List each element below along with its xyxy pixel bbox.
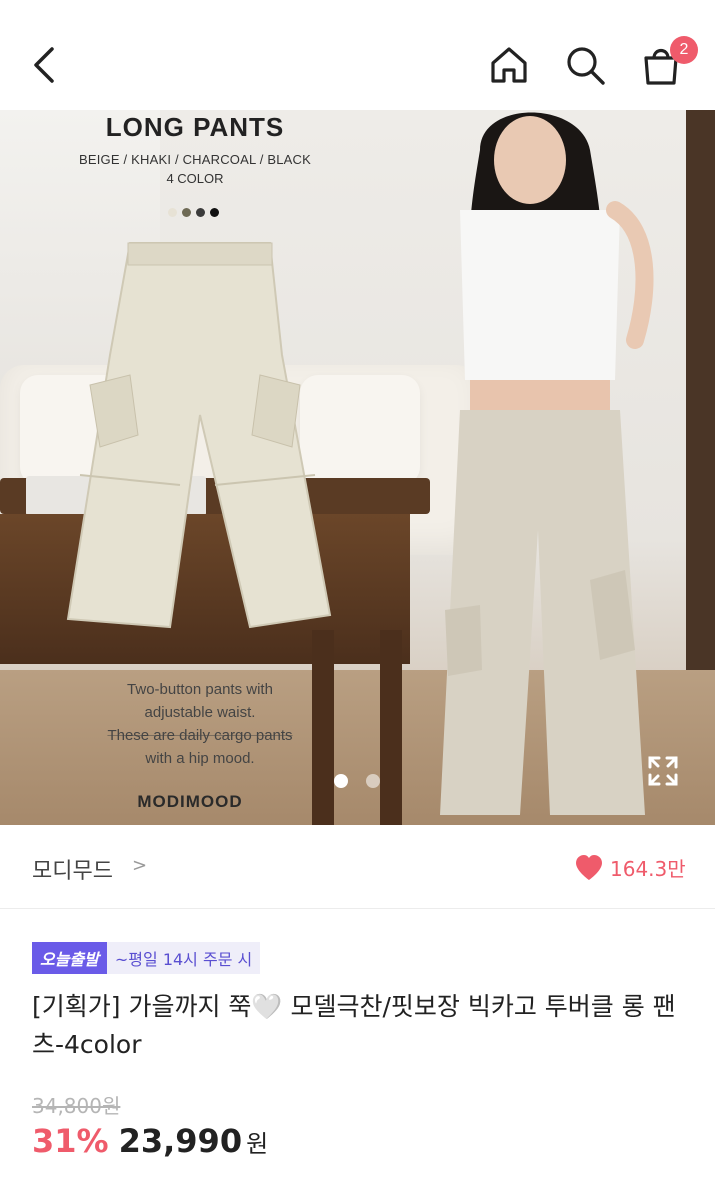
chevron-right-icon: > <box>132 855 148 876</box>
back-button[interactable] <box>18 38 72 92</box>
hero-color-list: BEIGE / KHAKI / CHARCOAL / BLACK <box>78 152 312 167</box>
hero-description: Two-button pants with adjustable waist. … <box>60 678 340 770</box>
hero-brand-logo: MODIMOOD <box>137 792 243 811</box>
today-shipping-badge: 오늘출발 <box>32 942 107 974</box>
swatch-charcoal <box>196 208 205 217</box>
color-swatches <box>168 208 219 217</box>
hero-dark-panel <box>686 110 715 720</box>
swatch-khaki <box>182 208 191 217</box>
top-bar: 2 <box>0 0 715 110</box>
shipping-cutoff-note: ~평일 14시 주문 시 <box>106 942 261 974</box>
like-count: 164.3만 <box>610 857 686 881</box>
cart-count-badge: 2 <box>670 36 698 64</box>
discount-rate: 31% <box>32 1122 109 1160</box>
pants-flatlay-image <box>66 242 332 629</box>
chevron-left-icon <box>34 47 54 83</box>
original-price: 34,800원 <box>32 1094 121 1118</box>
expand-icon <box>648 756 678 786</box>
swatch-black <box>210 208 219 217</box>
price-row: 31% 23,990 원 <box>32 1122 268 1160</box>
brand-link[interactable]: 모디무드 <box>32 853 113 885</box>
product-image-carousel[interactable]: LONG PANTS BEIGE / KHAKI / CHARCOAL / BL… <box>0 110 715 825</box>
search-icon <box>567 47 605 85</box>
product-title: [기획가] 가을까지 쭉🤍 모델극찬/핏보장 빅카고 투버클 롱 팬츠-4col… <box>32 992 676 1059</box>
hero-description-line: adjustable waist. <box>144 704 256 721</box>
swatch-beige <box>168 208 177 217</box>
home-button[interactable] <box>482 38 536 92</box>
search-button[interactable] <box>558 38 612 92</box>
heart-icon <box>576 854 602 880</box>
hero-description-line: These are daily cargo pants <box>107 727 293 744</box>
model-photo <box>440 112 654 815</box>
carousel-dot-active[interactable] <box>334 774 348 788</box>
hero-table-leg <box>380 630 402 825</box>
expand-image-button[interactable] <box>642 750 684 792</box>
brand-row: 모디무드 > 164.3만 <box>0 825 715 909</box>
carousel-indicator[interactable] <box>334 774 380 788</box>
hero-description-line: Two-button pants with <box>127 681 273 698</box>
home-icon <box>491 47 527 83</box>
carousel-dot[interactable] <box>366 774 380 788</box>
shipping-badges: 오늘출발 ~평일 14시 주문 시 <box>32 942 261 974</box>
like-button[interactable]: 164.3만 <box>574 853 686 882</box>
hero-title: LONG PANTS <box>105 112 285 142</box>
currency-unit: 원 <box>246 1130 269 1158</box>
hero-color-count: 4 COLOR <box>166 171 224 186</box>
sale-price: 23,990 <box>118 1122 243 1160</box>
hero-description-line: with a hip mood. <box>145 750 255 767</box>
